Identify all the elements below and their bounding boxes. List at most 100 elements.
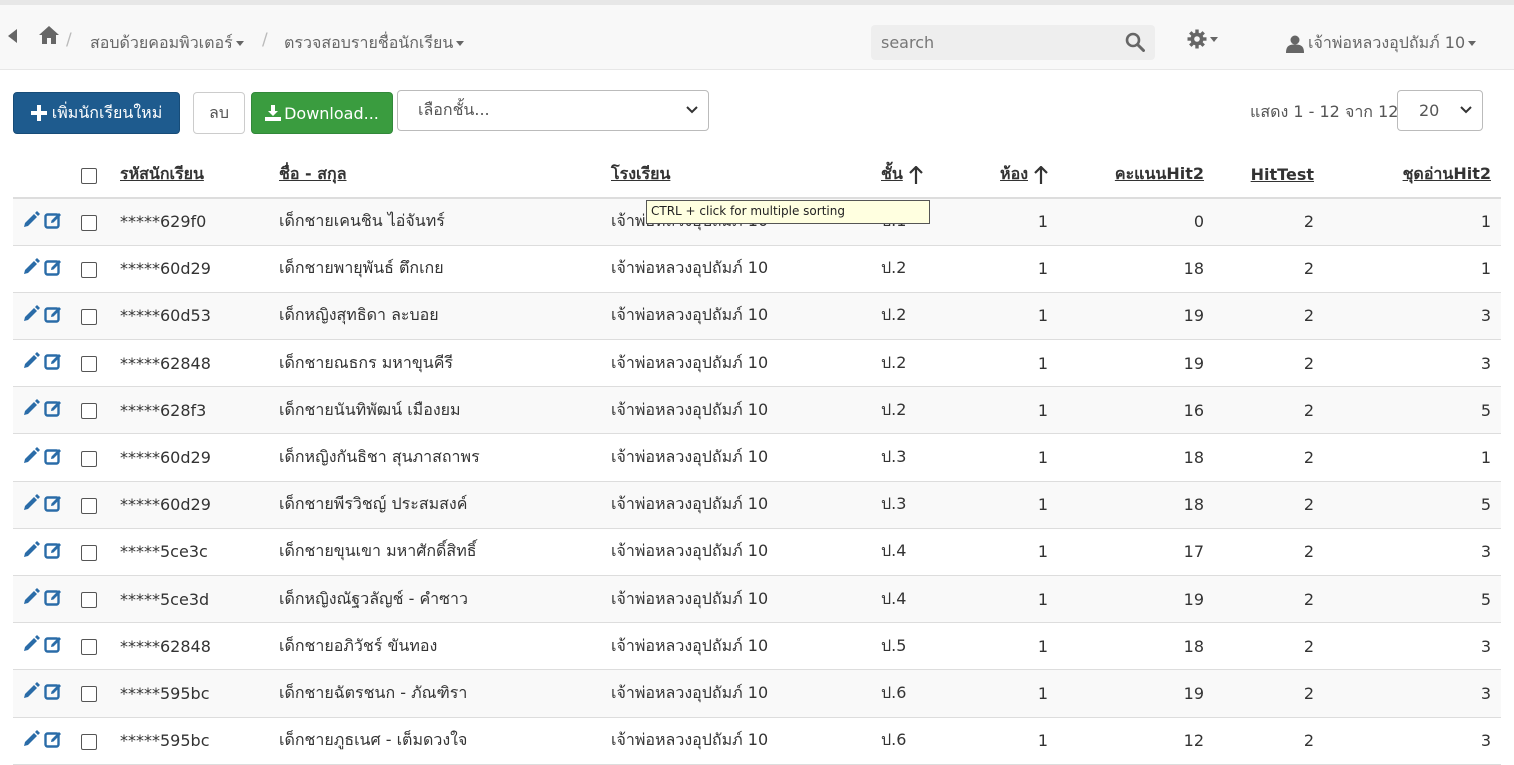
- table-row[interactable]: *****5ce3c เด็กชายขุนเขา มหาศักดิ์สิทธิ์เ…: [13, 528, 1501, 577]
- cell-hit2-score: 18: [1058, 622, 1214, 671]
- page-size-select[interactable]: 20: [1397, 90, 1483, 131]
- cell-hittest: 2: [1214, 245, 1324, 293]
- row-checkbox[interactable]: [81, 592, 97, 609]
- pencil-icon[interactable]: [22, 446, 40, 469]
- pencil-icon[interactable]: [22, 729, 40, 752]
- cell-grade: ป.5: [881, 622, 976, 671]
- pencil-icon[interactable]: [22, 304, 40, 327]
- edit-icon[interactable]: [44, 447, 64, 469]
- row-checkbox[interactable]: [81, 733, 97, 750]
- delete-button[interactable]: ลบ: [193, 92, 245, 134]
- row-checkbox[interactable]: [81, 261, 97, 278]
- row-checkbox[interactable]: [81, 497, 97, 514]
- row-select: [81, 575, 120, 624]
- edit-icon[interactable]: [44, 635, 64, 657]
- table-row[interactable]: *****5ce3d เด็กหญิงณัฐวลัญช์ - คำซาว เจ้าพ…: [13, 575, 1501, 624]
- row-checkbox[interactable]: [81, 639, 97, 656]
- row-checkbox[interactable]: [81, 356, 97, 373]
- row-checkbox[interactable]: [81, 686, 97, 703]
- header-hittest[interactable]: HitTest: [1214, 152, 1324, 199]
- table-row[interactable]: *****60d29 เด็กชายพายุพันธ์ ตึกเกย เจ้าพ่อ…: [13, 245, 1501, 293]
- select-all-checkbox[interactable]: [81, 167, 97, 184]
- edit-icon[interactable]: [44, 305, 64, 327]
- pencil-icon[interactable]: [22, 588, 40, 610]
- row-select: [81, 339, 120, 388]
- cell-hittest: 2: [1214, 198, 1324, 246]
- cell-name: เด็กชายพีรวิชญ์ ประสมสงค์: [279, 481, 611, 529]
- cell-grade: ป.3: [881, 433, 976, 482]
- user-menu[interactable]: เจ้าพ่อหลวงอุปถัมภ์ 10: [1286, 31, 1477, 56]
- sort-asc-icon: [1034, 165, 1048, 184]
- cell-school: เจ้าพ่อหลวงอุปถัมภ์ 10: [611, 575, 881, 624]
- cell-room: 1: [976, 481, 1058, 529]
- row-checkbox[interactable]: [81, 403, 97, 420]
- table-row[interactable]: *****60d29 เด็กชายพีรวิชญ์ ประสมสงค์ เจ้าพ…: [13, 481, 1501, 529]
- table-row[interactable]: *****628f3 เด็กชายนันทิพัฒน์ เมืองยม เจ้าพ…: [13, 386, 1501, 435]
- edit-icon[interactable]: [44, 541, 64, 563]
- add-student-label: เพิ่มนักเรียนใหม่: [51, 102, 163, 122]
- pencil-icon[interactable]: [22, 210, 40, 233]
- edit-icon[interactable]: [44, 588, 64, 610]
- table-row[interactable]: *****60d53 เด็กหญิงสุทธิดา ละบอย เจ้าพ่อหล…: [13, 292, 1501, 341]
- header-name[interactable]: ชื่อ - สกุล: [279, 152, 611, 199]
- edit-icon[interactable]: [44, 352, 64, 374]
- cell-grade: ป.6: [881, 669, 976, 718]
- pencil-icon[interactable]: [22, 399, 40, 421]
- add-student-button[interactable]: เพิ่มนักเรียนใหม่: [13, 92, 180, 134]
- row-actions: [13, 339, 81, 388]
- top-navbar: / สอบด้วยคอมพิวเตอร์ / ตรวจสอบรายชื่อนัก…: [0, 0, 1514, 70]
- header-student-id[interactable]: รหัสนักเรียน: [120, 152, 279, 199]
- cell-hit2-score: 19: [1058, 575, 1214, 624]
- cell-grade: ป.2: [881, 386, 976, 435]
- search-icon[interactable]: [1125, 32, 1145, 56]
- breadcrumb-menu-students[interactable]: ตรวจสอบรายชื่อนักเรียน: [284, 31, 465, 56]
- cell-grade: ป.6: [881, 717, 976, 765]
- download-label: Download...: [284, 103, 379, 123]
- edit-icon[interactable]: [44, 211, 64, 233]
- row-checkbox[interactable]: [81, 450, 97, 467]
- row-checkbox[interactable]: [81, 214, 97, 231]
- pencil-icon[interactable]: [22, 540, 40, 563]
- download-button[interactable]: Download...: [251, 92, 393, 134]
- edit-icon[interactable]: [44, 494, 64, 516]
- header-room[interactable]: ห้อง: [976, 152, 1058, 199]
- breadcrumb-menu-cbt[interactable]: สอบด้วยคอมพิวเตอร์: [90, 31, 244, 56]
- table-row[interactable]: *****62848 เด็กชายณธกร มหาขุนคีรี เจ้าพ่อห…: [13, 339, 1501, 388]
- home-icon[interactable]: [38, 25, 60, 45]
- header-grade[interactable]: ชั้น: [881, 152, 976, 199]
- pencil-icon[interactable]: [22, 635, 40, 657]
- header-reading-set[interactable]: ชุดอ่านHit2: [1324, 152, 1501, 199]
- row-checkbox[interactable]: [81, 308, 97, 325]
- header-school[interactable]: โรงเรียน: [611, 152, 881, 199]
- pencil-icon[interactable]: [22, 493, 40, 516]
- cell-room: 1: [976, 717, 1058, 765]
- edit-icon[interactable]: [44, 730, 64, 752]
- cell-hittest: 2: [1214, 433, 1324, 482]
- cell-school: เจ้าพ่อหลวงอุปถัมภ์ 10: [611, 245, 881, 293]
- cell-name: เด็กหญิงกันธิชา สุนภาสถาพร: [279, 433, 611, 482]
- row-checkbox[interactable]: [81, 544, 97, 561]
- pencil-icon[interactable]: [22, 257, 40, 280]
- header-grade-label: ชั้น: [881, 164, 903, 183]
- cell-grade: ป.4: [881, 575, 976, 624]
- cell-hittest: 2: [1214, 386, 1324, 435]
- table-row[interactable]: *****595bc เด็กชายฉัตรชนก - ภัณฑิรา เจ้าพ่…: [13, 669, 1501, 718]
- grade-select[interactable]: เลือกชั้น...: [397, 90, 709, 131]
- breadcrumb-separator: /: [66, 30, 72, 50]
- back-icon[interactable]: [8, 29, 18, 43]
- settings-menu[interactable]: [1187, 29, 1218, 49]
- cell-school: เจ้าพ่อหลวงอุปถัมภ์ 10: [611, 433, 881, 482]
- table-row[interactable]: *****62848 เด็กชายอภิวัชร์ ขันทอง เจ้าพ่อห…: [13, 622, 1501, 671]
- table-row[interactable]: *****60d29 เด็กหญิงกันธิชา สุนภาสถาพร เจ้า…: [13, 433, 1501, 482]
- table-row[interactable]: *****595bc เด็กชายภูธเนศ - เต็มดวงใจ เจ้าพ…: [13, 717, 1501, 765]
- search-input[interactable]: [871, 25, 1111, 60]
- header-hit2-score[interactable]: คะแนนHit2: [1058, 152, 1214, 199]
- pencil-icon[interactable]: [22, 682, 40, 704]
- edit-icon[interactable]: [44, 399, 64, 421]
- cell-school: เจ้าพ่อหลวงอุปถัมภ์ 10: [611, 481, 881, 529]
- edit-icon[interactable]: [44, 258, 64, 280]
- pencil-icon[interactable]: [22, 352, 40, 374]
- edit-icon[interactable]: [44, 682, 64, 704]
- cell-hit2-score: 0: [1058, 198, 1214, 246]
- cell-room: 1: [976, 386, 1058, 435]
